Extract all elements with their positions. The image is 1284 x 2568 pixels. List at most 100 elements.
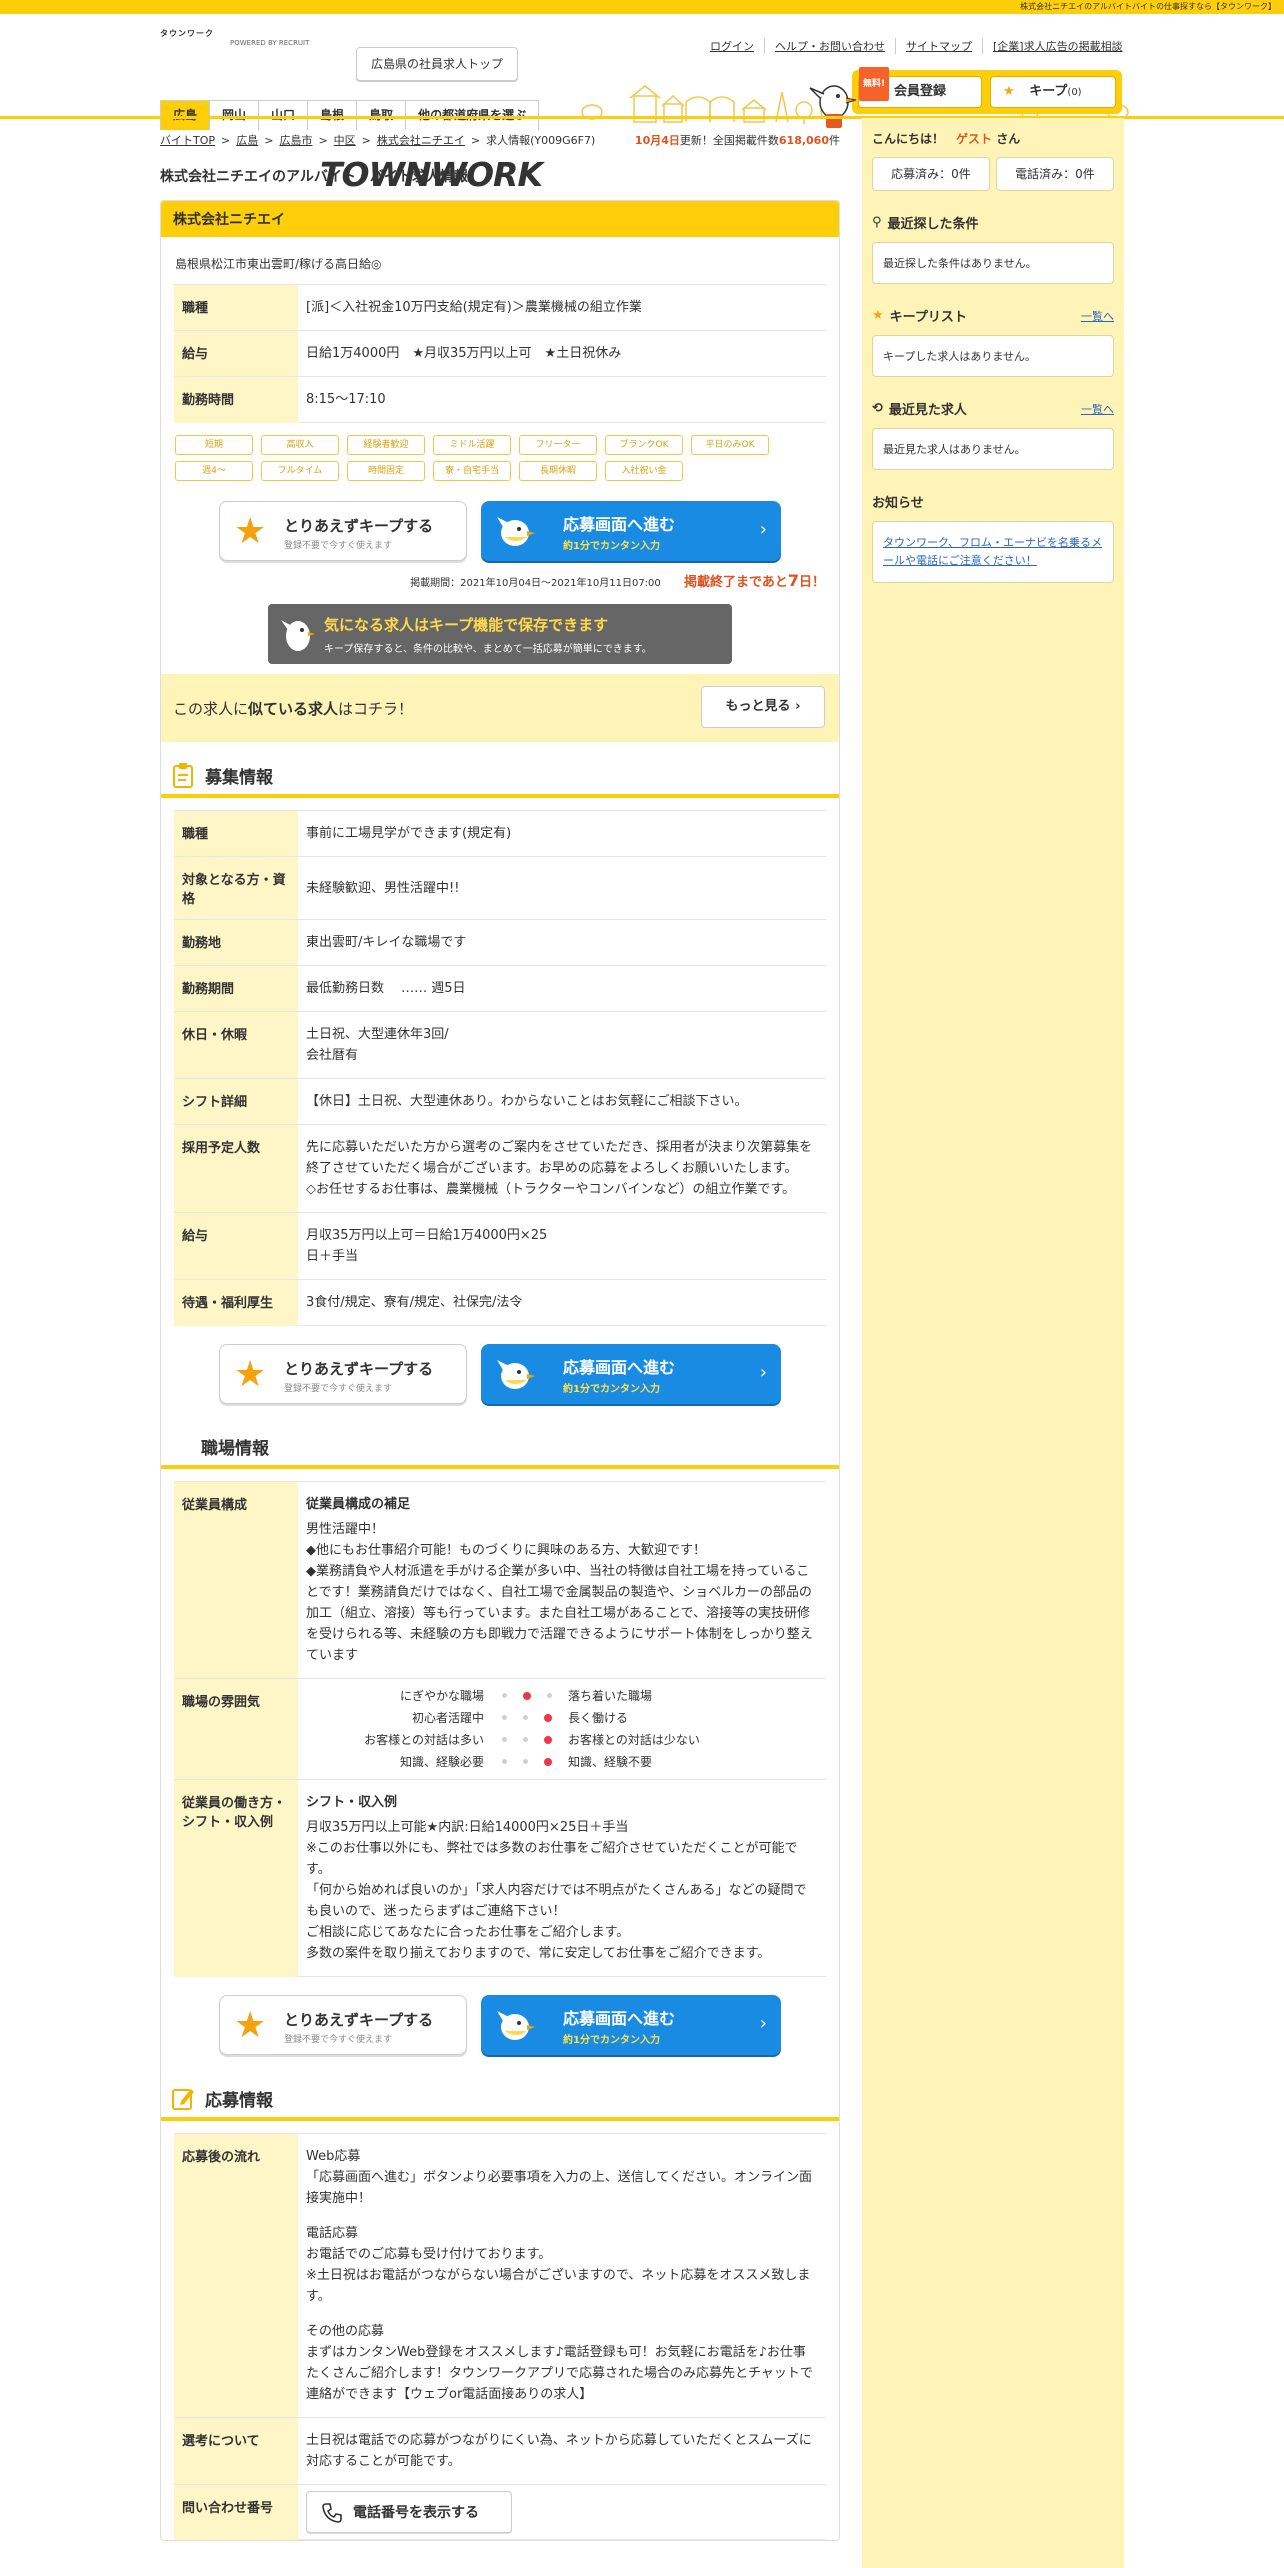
applied-history-button[interactable]: 応募済み：0件 [872,157,990,191]
work-subheading: シフト・収入例 [306,1795,398,1810]
tab-tottori[interactable]: 鳥取 [357,100,407,130]
table-row: 応募後の流れ Web応募 「応募画面へ進む」ボタンより必要事項を入力の上、送信し… [174,2133,826,2418]
breadcrumb-item[interactable]: 広島 [236,132,258,148]
table-row: 給与 日給1万4000円 ★月収35万円以上可 ★土日祝休み [174,330,826,377]
cta-row: ★ とりあえずキープする 登録不要で今すぐ使えます 応募画面へ進む 約1分でカン… [161,501,839,561]
apply-button[interactable]: 応募画面へ進む 約1分でカンタン入力 › [481,501,781,561]
search-icon: ⚲ [872,215,882,230]
free-badge: 無料! [859,67,890,101]
keep-feature-banner[interactable]: 気になる求人はキープ機能で保存できます キープ保存すると、条件の比較や、まとめて… [268,604,732,664]
tab-shimane[interactable]: 島根 [308,100,358,130]
feature-tag: フリーター [519,435,597,455]
table-row: 勤務地 東出雲町/キレイな職場です [174,919,826,966]
period-text: 掲載期間：2021年10月04日～2021年10月11日07:00 [410,578,661,589]
called-history-button[interactable]: 電話済み：0件 [996,157,1114,191]
keep-list-button[interactable]: ★ キープ(0) [990,76,1116,108]
feature-tag: 寮・自宅手当 [433,461,511,481]
staff-text: 男性活躍中！ ◆他にもお仕事紹介可能！ものづくりに興味のある方、大歓迎です！ ◆… [306,1522,813,1663]
remain-label: 掲載終了まであと [683,575,788,590]
recent-conditions-heading: ⚲ 最近探した条件 [872,215,979,232]
site-header: タウンワーク TOWNWORK POWERED BY RECRUIT 広島県の社… [0,14,1284,191]
row-header: 給与 [174,330,298,377]
breadcrumb-item[interactable]: 広島市 [279,132,312,148]
similar-jobs-text: この求人に似ている求人はコチラ！ [173,700,414,718]
sitemap-link[interactable]: サイトマップ [895,38,982,54]
tab-yamaguchi[interactable]: 山口 [259,100,309,130]
keep-button[interactable]: ★ とりあえずキープする 登録不要で今すぐ使えます [219,1344,467,1404]
see-more-button[interactable]: もっと見る › [701,686,825,728]
feature-tag: 高収入 [261,435,339,455]
keep-list-all-link[interactable]: 一覧へ [1081,308,1114,324]
apply-button-label: 応募画面へ進む [563,2009,676,2028]
member-register-button[interactable]: 無料! 会員登録 [858,67,982,108]
table-row: シフト詳細 【休日】土日祝、大型連休あり。わからないことはお気軽にご相談下さい。 [174,1078,826,1125]
section-title: 職場情報 [201,1439,269,1459]
chevron-right-icon: › [759,519,767,540]
notice-heading: お知らせ [872,496,924,511]
notice-link[interactable]: タウンワーク、フロム・エーナビを名乗るメールや電話にご注意ください！ [872,521,1114,583]
workplace-table: 従業員構成 従業員構成の補足 男性活躍中！ ◆他にもお仕事紹介可能！ものづくりに… [174,1481,826,1977]
show-phone-label: 電話番号を表示する [353,2505,479,2521]
mood-scale-row: 知識、経験必要 知識、経験不要 [399,1754,653,1769]
table-row: 選考について 土日祝は電話での応募がつながりにくい為、ネットから応募していただくと… [174,2417,826,2485]
ad-inquiry-link[interactable]: [企業]求人広告の掲載相談 [982,38,1133,54]
chevron-right-icon: › [759,1362,767,1383]
flow-web-text: 「応募画面へ進む」ボタンより必要事項を入力の上、送信してください。オンライン面接… [306,2170,812,2206]
edit-icon [172,2089,194,2110]
account-box: 無料! 会員登録 ★ キープ(0) [852,67,1122,114]
keep-button[interactable]: ★ とりあえずキープする 登録不要で今すぐ使えます [219,1995,467,2055]
section-title: 応募情報 [205,2090,273,2111]
breadcrumb-current: 求人情報(Y009G6F7) [486,134,596,147]
star-icon: ★ [234,511,267,552]
header-links: ログイン ヘルプ・お問い合わせ サイトマップ [企業]求人広告の掲載相談 [700,38,1133,54]
keep-label: キープ [1029,84,1068,99]
keep-button[interactable]: ★ とりあえずキープする 登録不要で今すぐ使えます [219,501,467,561]
prefecture-tabs: 広島 岡山 山口 島根 鳥取 他の都道府県を選ぶ [160,100,540,130]
table-row: 休日・休暇 土日祝、大型連休年3回/ 会社暦有 [174,1011,826,1079]
page-title: 株式会社ニチエイのアルバイト・バイト求人情報 [160,169,468,185]
feature-tag: 長期休暇 [519,461,597,481]
total-count: 618,060 [778,134,829,147]
breadcrumb-item[interactable]: バイトTOP [160,132,215,148]
breadcrumb-item[interactable]: 中区 [334,132,356,148]
tab-okayama[interactable]: 岡山 [210,100,260,130]
feature-tag: 入社祝い金 [605,461,683,481]
mood-scale-row: 初心者活躍中 長く働ける [411,1710,629,1725]
login-link[interactable]: ログイン [700,38,764,54]
row-value: [派]＜入社祝金10万円支給(規定有)＞農業機械の組立作業 [298,284,826,331]
townwork-logo[interactable]: タウンワーク TOWNWORK POWERED BY RECRUIT [160,28,543,191]
summary-table: 職種 [派]＜入社祝金10万円支給(規定有)＞農業機械の組立作業 給与 日給1万40… [174,284,826,423]
recent-jobs-all-link[interactable]: 一覧へ [1081,401,1114,417]
show-phone-button[interactable]: 電話番号を表示する [306,2491,512,2533]
tab-hiroshima[interactable]: 広島 [160,100,211,130]
recent-jobs-box: 最近見た求人はありません。 [872,428,1114,470]
table-row: 職種 事前に工場見学ができます(規定有) [174,810,826,857]
section-title: 募集情報 [205,767,273,788]
bird-icon [497,2011,535,2040]
section-heading-apply: 応募情報 [161,2065,839,2121]
help-link[interactable]: ヘルプ・お問い合わせ [764,38,895,54]
posting-period: 掲載期間：2021年10月04日～2021年10月11日07:00 掲載終了まで… [161,571,839,590]
phone-icon [322,2503,342,2523]
table-row: 職種 [派]＜入社祝金10万円支給(規定有)＞農業機械の組立作業 [174,284,826,331]
bird-icon [281,620,315,651]
logo-kana: タウンワーク [160,29,214,38]
tab-other-prefectures[interactable]: 他の都道府県を選ぶ [406,100,540,130]
clipboard-icon [173,763,193,788]
feature-tags: 短期 高収入 経験者歓迎 ミドル活躍 フリーター ブランクOK 平日のみOK 週… [161,423,839,487]
update-date: 10月4日 [634,134,680,147]
recent-jobs-heading: ⟲ 最近見た求人 一覧へ [872,401,1114,418]
table-row: 勤務期間 最低勤務日数 …… 週5日 [174,965,826,1012]
apply-button-sub: 約1分でカンタン入力 [563,1384,660,1395]
sidebar: こんにちは！ ゲスト さん 応募済み：0件 電話済み：0件 ⚲ 最近探した条件 最… [862,118,1124,2568]
apply-button[interactable]: 応募画面へ進む 約1分でカンタン入力 › [481,1344,781,1404]
history-buttons: 応募済み：0件 電話済み：0件 [872,157,1114,191]
apply-button[interactable]: 応募画面へ進む 約1分でカンタン入力 › [481,1995,781,2055]
table-row: 従業員の働き方・シフト・収入例 シフト・収入例 月収35万円以上可能★内訳:日給… [174,1779,826,1977]
apply-button-label: 応募画面へ進む [563,515,676,534]
breadcrumb-item[interactable]: 株式会社ニチエイ [377,132,465,148]
keep-list-box: キープした求人はありません。 [872,335,1114,377]
pref-top-button[interactable]: 広島県の社員求人トップ [356,47,519,81]
feature-tag: 週4～ [175,461,253,481]
banner-sub: キープ保存すると、条件の比較や、まとめて一括応募が簡単にできます。 [324,644,652,655]
